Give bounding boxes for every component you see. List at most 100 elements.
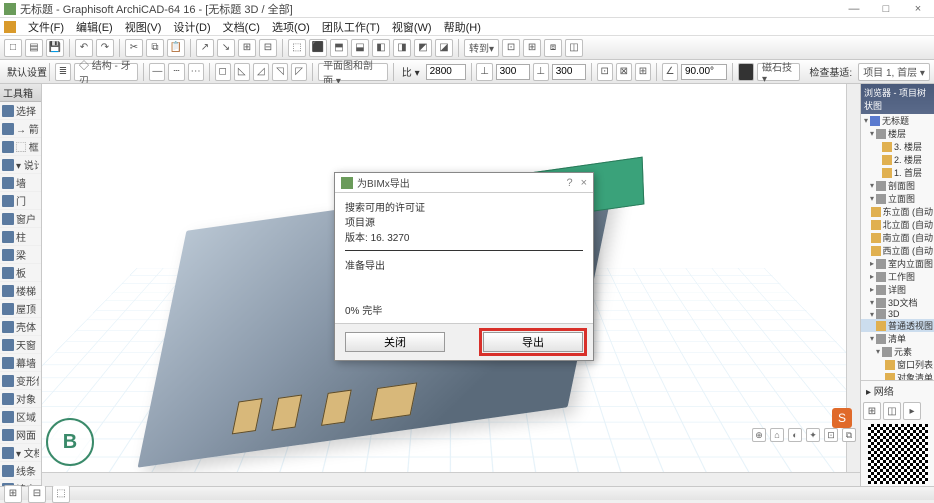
- tree-item-6[interactable]: ▾立面图: [861, 192, 934, 205]
- tool-item-4[interactable]: 墙: [0, 174, 41, 192]
- dialog-help-icon[interactable]: ?: [566, 177, 572, 189]
- tool-open-icon[interactable]: ▤: [25, 39, 43, 57]
- stat-icon-3[interactable]: ◐: [788, 428, 802, 442]
- shape3-icon[interactable]: ◿: [253, 63, 269, 81]
- tree-btn3-icon[interactable]: ▸: [903, 402, 921, 420]
- tree-toggle-icon[interactable]: ▸: [868, 272, 876, 281]
- menu-window[interactable]: 视窗(W): [386, 19, 438, 35]
- stat-icon-5[interactable]: ⊡: [824, 428, 838, 442]
- stat-icon-2[interactable]: ⌂: [770, 428, 784, 442]
- tool-nav3-icon[interactable]: ⧈: [544, 39, 562, 57]
- tool-a-icon[interactable]: ↗: [196, 39, 214, 57]
- tool-item-16[interactable]: 对象: [0, 390, 41, 408]
- maximize-button[interactable]: □: [874, 2, 898, 16]
- tool-item-11[interactable]: 屋顶: [0, 300, 41, 318]
- tool-h-icon[interactable]: ⬓: [351, 39, 369, 57]
- menu-options[interactable]: 选项(O): [266, 19, 316, 35]
- tool-item-13[interactable]: 天窗: [0, 336, 41, 354]
- tool-item-0[interactable]: 选择: [0, 102, 41, 120]
- tool-k-icon[interactable]: ◩: [414, 39, 432, 57]
- tool-i-icon[interactable]: ◧: [372, 39, 390, 57]
- tool-item-7[interactable]: 柱: [0, 228, 41, 246]
- tree-item-12[interactable]: ▸工作图: [861, 270, 934, 283]
- tool-redo-icon[interactable]: ↷: [96, 39, 114, 57]
- menu-teamwork[interactable]: 团队工作(T): [316, 19, 386, 35]
- tree-toggle-icon[interactable]: ▾: [874, 347, 882, 356]
- tool-copy-icon[interactable]: ⧉: [146, 39, 164, 57]
- menu-design[interactable]: 设计(D): [167, 19, 216, 35]
- geom2-icon[interactable]: ⊠: [616, 63, 632, 81]
- tool-item-8[interactable]: 梁: [0, 246, 41, 264]
- tree-item-10[interactable]: 西立面 (自动: [861, 244, 934, 257]
- tool-b-icon[interactable]: ↘: [217, 39, 235, 57]
- angle-icon[interactable]: ∠: [662, 63, 678, 81]
- tree-legend[interactable]: ▸ 网络: [863, 383, 932, 398]
- stat-icon-6[interactable]: ⧉: [842, 428, 856, 442]
- tool-j-icon[interactable]: ◨: [393, 39, 411, 57]
- menu-file[interactable]: 文件(F): [22, 19, 70, 35]
- close-button[interactable]: ×: [906, 2, 930, 16]
- tree-toggle-icon[interactable]: ▾: [868, 334, 876, 343]
- dim-icon-1[interactable]: ⊥: [476, 63, 492, 81]
- tree-item-8[interactable]: 北立面 (自动: [861, 218, 934, 231]
- tree-toggle-icon[interactable]: ▾: [868, 194, 876, 203]
- stat-icon-1[interactable]: ⊕: [752, 428, 766, 442]
- stat-icon-4[interactable]: ✦: [806, 428, 820, 442]
- tool-paste-icon[interactable]: 📋: [167, 39, 185, 57]
- tree-item-19[interactable]: 窗口列表: [861, 358, 934, 371]
- tree-item-3[interactable]: 2. 楼层: [861, 153, 934, 166]
- tool-e-icon[interactable]: ⬚: [288, 39, 306, 57]
- tool-new-icon[interactable]: □: [4, 39, 22, 57]
- tree-item-17[interactable]: ▾清单: [861, 332, 934, 345]
- shape2-icon[interactable]: ◺: [234, 63, 250, 81]
- dialog-close-icon[interactable]: ×: [581, 177, 587, 189]
- tool-item-6[interactable]: 窗户: [0, 210, 41, 228]
- snap-dropdown[interactable]: 磁石技 ▾: [757, 63, 800, 81]
- tree-item-1[interactable]: ▾楼层: [861, 127, 934, 140]
- tree-toggle-icon[interactable]: ▾: [868, 181, 876, 190]
- overlay-badge[interactable]: S: [832, 408, 852, 428]
- tree-toggle-icon[interactable]: ▾: [862, 116, 870, 125]
- tool-item-19[interactable]: ▾ 文档: [0, 444, 41, 462]
- angle-input[interactable]: [681, 64, 727, 80]
- tree-item-16[interactable]: 普通透视图: [861, 319, 934, 332]
- menu-view[interactable]: 视图(V): [119, 19, 168, 35]
- dim-input-2[interactable]: [552, 64, 586, 80]
- minimize-button[interactable]: —: [842, 2, 866, 16]
- tool-item-17[interactable]: 区域: [0, 408, 41, 426]
- tree-toggle-icon[interactable]: ▾: [868, 298, 876, 307]
- tree-toggle-icon[interactable]: ▸: [868, 285, 876, 294]
- tree-item-0[interactable]: ▾无标题: [861, 114, 934, 127]
- tool-item-18[interactable]: 网面: [0, 426, 41, 444]
- tool-d-icon[interactable]: ⊟: [259, 39, 277, 57]
- tool-turn-dropdown[interactable]: 转到▾: [464, 39, 499, 57]
- tree-item-13[interactable]: ▸详图: [861, 283, 934, 296]
- shape4-icon[interactable]: ◹: [272, 63, 288, 81]
- tool-undo-icon[interactable]: ↶: [75, 39, 93, 57]
- tool-item-10[interactable]: 楼梯: [0, 282, 41, 300]
- tool-item-1[interactable]: → 箭头: [0, 120, 41, 138]
- tool-c-icon[interactable]: ⊞: [238, 39, 256, 57]
- dim-icon-2[interactable]: ⊥: [533, 63, 549, 81]
- dialog-export-button[interactable]: 导出: [483, 332, 583, 352]
- tool-l-icon[interactable]: ◪: [435, 39, 453, 57]
- horizontal-scrollbar[interactable]: [42, 472, 860, 486]
- tool-item-2[interactable]: ⬚ 框选: [0, 138, 41, 156]
- tool-item-15[interactable]: 变形体: [0, 372, 41, 390]
- tool-g-icon[interactable]: ⬒: [330, 39, 348, 57]
- tool-item-5[interactable]: 门: [0, 192, 41, 210]
- tree-item-18[interactable]: ▾元素: [861, 345, 934, 358]
- dim-input-1[interactable]: [496, 64, 530, 80]
- tool-item-20[interactable]: 线条: [0, 462, 41, 480]
- tree-item-7[interactable]: 东立面 (自动: [861, 205, 934, 218]
- tool-nav4-icon[interactable]: ◫: [565, 39, 583, 57]
- tree-btn1-icon[interactable]: ⊞: [863, 402, 881, 420]
- tool-item-12[interactable]: 壳体: [0, 318, 41, 336]
- tool-nav2-icon[interactable]: ⊞: [523, 39, 541, 57]
- tool-nav1-icon[interactable]: ⊡: [502, 39, 520, 57]
- geom3-icon[interactable]: ⊞: [635, 63, 651, 81]
- line3-icon[interactable]: ⋯: [188, 63, 204, 81]
- layer-icon[interactable]: ≣: [55, 63, 71, 81]
- tree-toggle-icon[interactable]: ▾: [868, 310, 876, 319]
- tree-item-9[interactable]: 南立面 (自动: [861, 231, 934, 244]
